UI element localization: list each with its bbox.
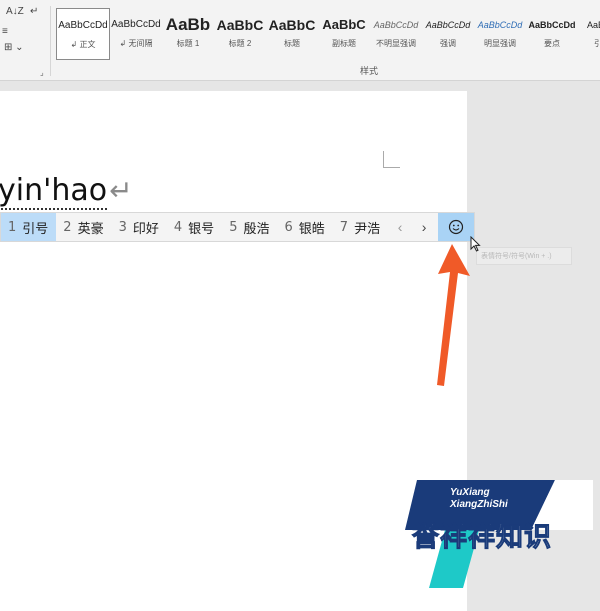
ime-candidate-bar: 1 引号 2 英豪 3 印好 4 银号 5 殷浩 6 银皓 7 尹浩 ‹ › bbox=[0, 212, 475, 242]
style-quote[interactable]: AaBb 引 bbox=[578, 8, 600, 60]
candidate-number: 4 bbox=[173, 219, 183, 235]
candidate-6[interactable]: 6 银皓 bbox=[277, 213, 332, 241]
candidate-number: 5 bbox=[229, 219, 238, 235]
style-label: 引 bbox=[594, 39, 600, 48]
emoji-button[interactable] bbox=[438, 213, 474, 241]
style-label: 不明显强调 bbox=[376, 39, 416, 48]
style-heading-2[interactable]: AaBbC 标题 2 bbox=[214, 8, 266, 60]
margin-corner-mark bbox=[383, 151, 400, 168]
watermark-en-line2: XiangZhiShi bbox=[450, 499, 508, 510]
style-preview: AaBbCcDd bbox=[111, 19, 161, 30]
style-intense-emphasis[interactable]: AaBbCcDd 明显强调 bbox=[474, 8, 526, 60]
style-label: 明显强调 bbox=[484, 39, 516, 48]
style-preview: AaBbC bbox=[216, 17, 264, 33]
smiley-icon bbox=[448, 219, 464, 235]
style-preview: AaBb bbox=[586, 20, 600, 30]
candidate-text: 引号 bbox=[22, 221, 49, 237]
style-gallery: AaBbCcDd ↲ 正文 AaBbCcDd ↲ 无间隔 AaBb 标题 1 A… bbox=[52, 8, 600, 60]
style-title[interactable]: AaBbC 标题 bbox=[266, 8, 318, 60]
align-icon[interactable]: ≡ bbox=[2, 26, 8, 37]
candidate-number: 7 bbox=[339, 219, 349, 235]
borders-icon[interactable]: ⊞ ⌄ bbox=[4, 42, 24, 53]
watermark-cn-text: 誉祥祥知识 bbox=[412, 522, 552, 553]
next-page-icon[interactable]: › bbox=[412, 213, 436, 241]
style-label: 标题 1 bbox=[176, 39, 200, 48]
candidate-number: 6 bbox=[284, 219, 293, 235]
style-label: 强调 bbox=[440, 39, 456, 48]
candidate-7[interactable]: 7 尹浩 bbox=[333, 213, 388, 241]
style-normal[interactable]: AaBbCcDd ↲ 正文 bbox=[56, 8, 110, 60]
candidate-4[interactable]: 4 银号 bbox=[167, 213, 222, 241]
style-no-spacing[interactable]: AaBbCcDd ↲ 无间隔 bbox=[110, 8, 162, 60]
candidate-text: 银皓 bbox=[298, 221, 325, 237]
candidate-text: 殷浩 bbox=[243, 221, 270, 237]
style-label: 标题 bbox=[284, 39, 300, 48]
candidate-text: 银号 bbox=[188, 221, 215, 237]
candidate-text: 英豪 bbox=[77, 221, 104, 237]
style-subtle-emphasis[interactable]: AaBbCcDd 不明显强调 bbox=[370, 8, 422, 60]
style-label: 要点 bbox=[544, 39, 560, 48]
candidate-3[interactable]: 3 印好 bbox=[112, 213, 167, 241]
style-preview: AaBbC bbox=[268, 17, 316, 33]
ribbon-divider bbox=[50, 6, 51, 76]
styles-section-label: 样式 bbox=[360, 66, 379, 76]
watermark-en-line1: YuXiang bbox=[450, 487, 490, 498]
style-subtitle[interactable]: AaBbC 副标题 bbox=[318, 8, 370, 60]
sort-icon[interactable]: A↓Z bbox=[6, 6, 24, 17]
paragraph-dialog-launcher-icon[interactable]: ⌟ bbox=[40, 68, 44, 77]
paragraph-mark-icon: ↵ bbox=[109, 174, 133, 207]
document-page[interactable]: yin'hao↵ bbox=[0, 91, 467, 611]
style-strong[interactable]: AaBbCcDd 要点 bbox=[526, 8, 578, 60]
candidate-number: 1 bbox=[8, 219, 17, 235]
style-preview: AaBbCcDd bbox=[373, 20, 419, 30]
prev-page-icon[interactable]: ‹ bbox=[388, 213, 412, 241]
candidate-5[interactable]: 5 殷浩 bbox=[222, 213, 277, 241]
candidate-2[interactable]: 2 英豪 bbox=[56, 213, 111, 241]
composition-text: yin'hao↵ bbox=[0, 173, 133, 210]
style-preview: AaBbCcDd bbox=[528, 20, 576, 30]
candidate-number: 2 bbox=[63, 219, 72, 235]
annotation-arrow-icon bbox=[437, 244, 470, 386]
style-label: ↲ 正文 bbox=[70, 40, 96, 49]
candidate-1[interactable]: 1 引号 bbox=[1, 213, 57, 241]
style-label: 标题 2 bbox=[228, 39, 252, 48]
pinyin-input: yin'hao bbox=[0, 173, 108, 210]
style-preview: AaBbCcDd bbox=[58, 20, 108, 31]
candidate-number: 3 bbox=[118, 219, 127, 235]
style-preview: AaBbCcDd bbox=[477, 20, 523, 30]
style-preview: AaBbC bbox=[322, 17, 366, 32]
candidate-text: 尹浩 bbox=[354, 221, 381, 237]
style-preview: AaBbCcDd bbox=[425, 20, 471, 30]
ribbon: A↓Z ↵ ≡ ⊞ ⌄ ⌟ AaBbCcDd ↲ 正文 AaBbCcDd ↲ 无… bbox=[0, 0, 600, 81]
style-heading-1[interactable]: AaBb 标题 1 bbox=[162, 8, 214, 60]
watermark-cn: 誉祥祥知识 bbox=[412, 515, 552, 554]
emoji-tooltip: 表情符号/符号(Win + .) bbox=[476, 247, 572, 265]
style-emphasis[interactable]: AaBbCcDd 强调 bbox=[422, 8, 474, 60]
style-preview: AaBb bbox=[165, 15, 211, 34]
style-label: 副标题 bbox=[332, 39, 356, 48]
candidate-text: 印好 bbox=[132, 221, 159, 237]
show-marks-icon[interactable]: ↵ bbox=[30, 6, 38, 17]
paragraph-tools: A↓Z ↵ ≡ ⊞ ⌄ bbox=[0, 0, 52, 80]
style-label: ↲ 无间隔 bbox=[119, 39, 153, 48]
